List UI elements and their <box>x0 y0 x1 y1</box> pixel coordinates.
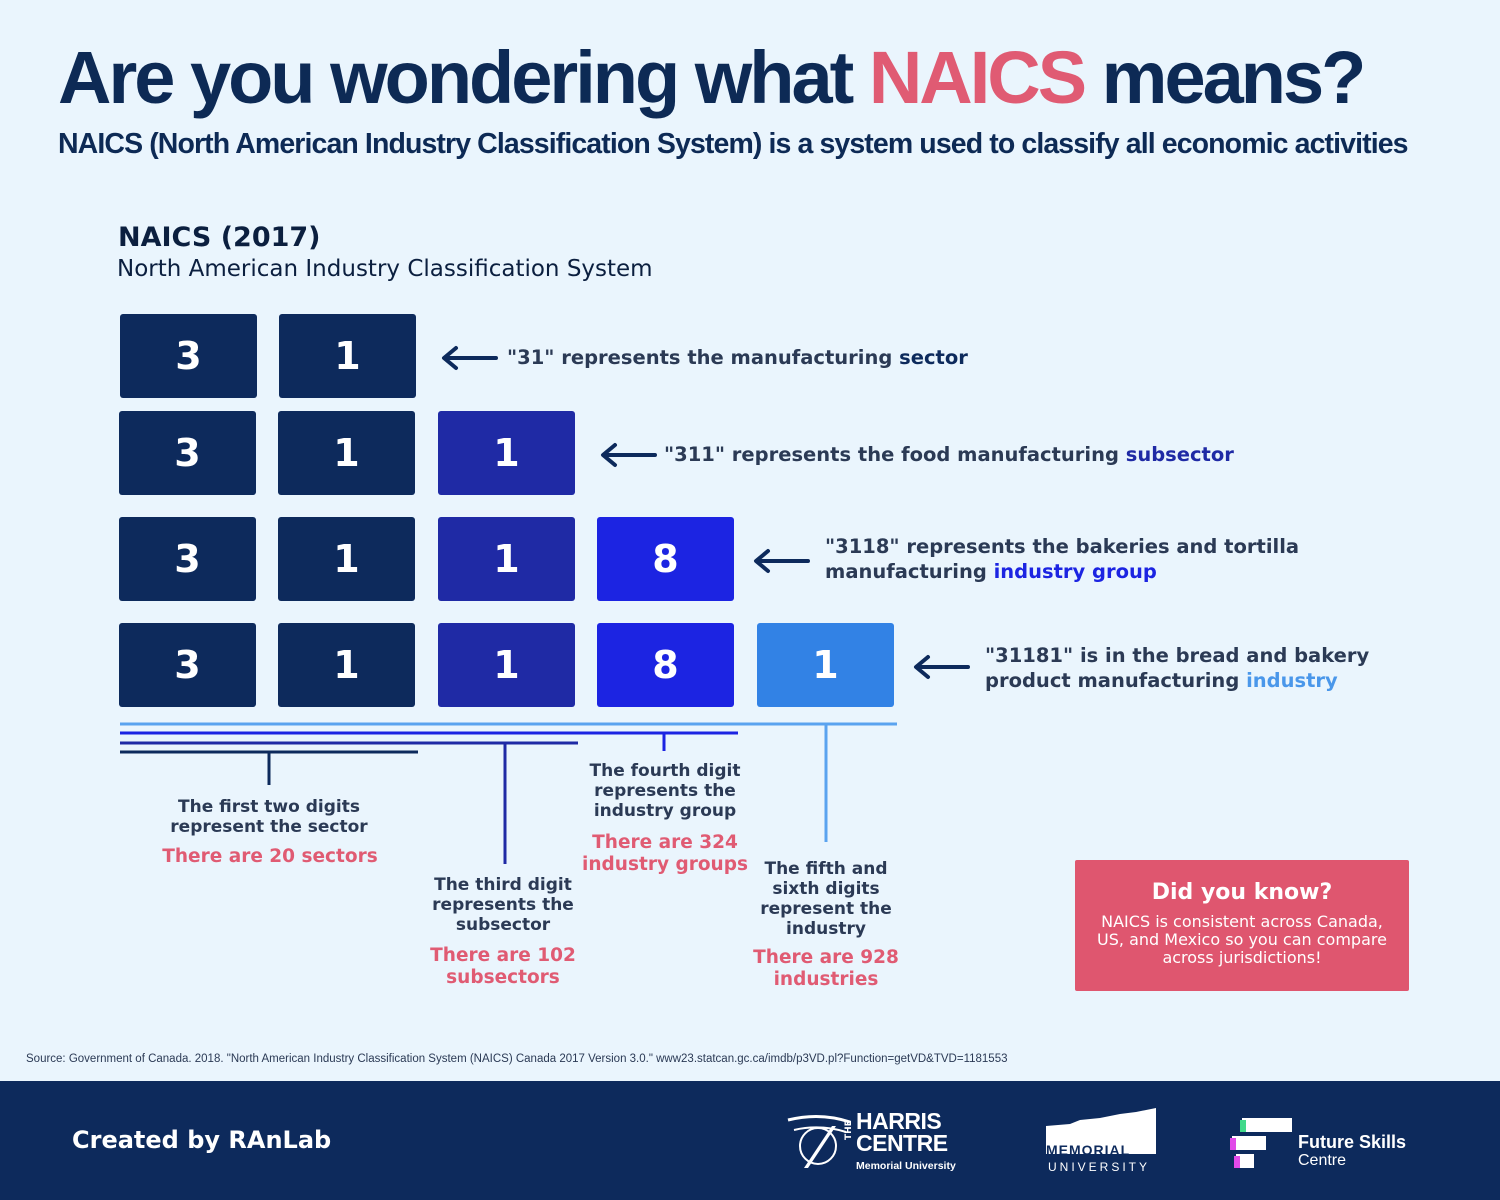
memorial-logo: MEMORIAL UNIVERSITY <box>1040 1106 1160 1176</box>
industry-group-note: The fourth digit represents the industry… <box>589 761 741 821</box>
harris-name-1: HARRIS <box>856 1108 942 1134</box>
future-skills-logo: Future Skills Centre <box>1230 1114 1420 1174</box>
future-skills-centre: Centre <box>1298 1152 1347 1169</box>
did-you-know-title: Did you know? <box>1151 880 1333 905</box>
future-skills-name: Future Skills <box>1298 1132 1407 1152</box>
harris-centre-logo: THE HARRIS CENTRE Memorial University <box>784 1110 959 1178</box>
harris-name-2: CENTRE <box>856 1130 948 1156</box>
did-you-know-text: NAICS is consistent across Canada, US, a… <box>1097 912 1387 967</box>
subsector-note: The third digit represents the subsector <box>432 875 574 935</box>
harris-the: THE <box>844 1120 854 1140</box>
industry-group-count: There are 324 industry groups <box>582 832 748 875</box>
did-you-know-box: Did you know? NAICS is consistent across… <box>1075 860 1409 991</box>
sector-note: The first two digits represent the secto… <box>170 797 368 837</box>
source-citation: Source: Government of Canada. 2018. "Nor… <box>26 1053 1008 1065</box>
memorial-sub: UNIVERSITY <box>1048 1160 1151 1174</box>
industry-note: The fifth and sixth digits represent the… <box>760 859 892 939</box>
harris-sub: Memorial University <box>856 1160 956 1172</box>
created-by: Created by RAnLab <box>72 1126 332 1154</box>
subsector-count: There are 102 subsectors <box>430 945 576 988</box>
future-skills-icon <box>1230 1118 1292 1168</box>
industry-count: There are 928 industries <box>753 947 899 990</box>
memorial-name: MEMORIAL <box>1046 1142 1131 1158</box>
sector-count: There are 20 sectors <box>162 846 378 867</box>
bracket-lines <box>120 722 897 864</box>
